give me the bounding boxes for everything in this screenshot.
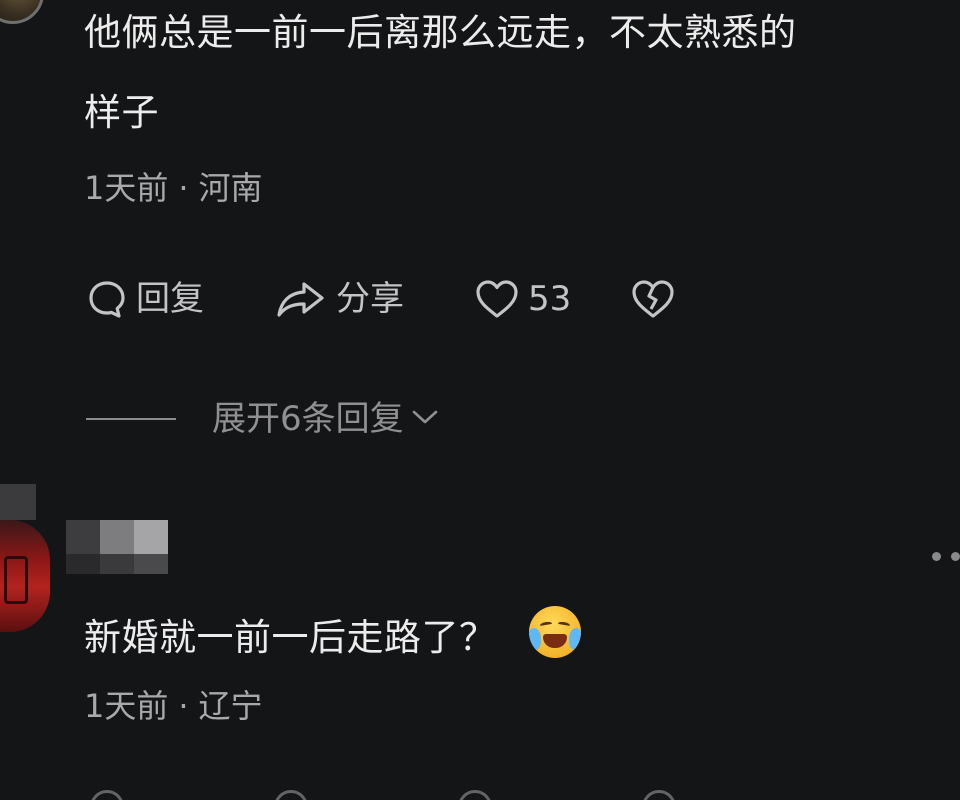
dislike-button[interactable] <box>630 278 676 320</box>
avatar-blur-fragment <box>0 484 36 520</box>
like-button[interactable]: 53 <box>474 278 571 320</box>
comment-1-location: 河南 <box>198 169 263 207</box>
comment-2-meta: 1天前 · 辽宁 <box>84 690 263 722</box>
expand-divider-line <box>86 418 176 420</box>
comment-2-text-content: 新婚就一前一后走路了？ <box>84 616 497 659</box>
share-arrow-icon[interactable] <box>274 790 308 800</box>
comment-1-text-line-1: 他俩总是一前一后离那么远走，不太熟悉的 <box>84 11 797 54</box>
comment-1-meta: 1天前 · 河南 <box>84 172 263 204</box>
share-arrow-icon <box>274 278 328 320</box>
avatar-commenter-1[interactable] <box>0 0 44 24</box>
broken-heart-icon[interactable] <box>642 790 676 800</box>
share-label: 分享 <box>336 279 404 319</box>
comment-2-time: 1天前 <box>84 687 169 725</box>
reply-button[interactable]: 回复 <box>86 278 204 320</box>
expand-replies-button[interactable]: 展开6条回复 <box>86 402 440 436</box>
comment-1-time: 1天前 <box>84 169 169 207</box>
username-redacted[interactable] <box>66 520 168 574</box>
like-count: 53 <box>528 279 572 319</box>
chevron-down-icon <box>404 407 440 431</box>
heart-icon <box>474 278 520 320</box>
comment-bubble-icon <box>86 278 128 320</box>
comment-2-actions-partial <box>90 790 676 800</box>
crying-laughing-emoji-icon <box>528 606 581 658</box>
meta-separator: · <box>178 169 189 207</box>
comment-2-text: 新婚就一前一后走路了？ <box>84 606 581 658</box>
avatar-commenter-2[interactable] <box>0 520 50 632</box>
comment-2-location: 辽宁 <box>198 687 263 725</box>
heart-icon[interactable] <box>458 790 492 800</box>
comment-bubble-icon[interactable] <box>90 790 124 800</box>
more-dots-icon[interactable] <box>932 552 960 561</box>
reply-label: 回复 <box>136 279 204 319</box>
meta-separator: · <box>178 687 189 725</box>
avatar-graphic <box>4 556 28 604</box>
broken-heart-icon <box>630 278 676 320</box>
share-button[interactable]: 分享 <box>274 278 404 320</box>
comment-1-text-line-2: 样子 <box>84 91 159 134</box>
expand-replies-label: 展开6条回复 <box>212 399 404 439</box>
